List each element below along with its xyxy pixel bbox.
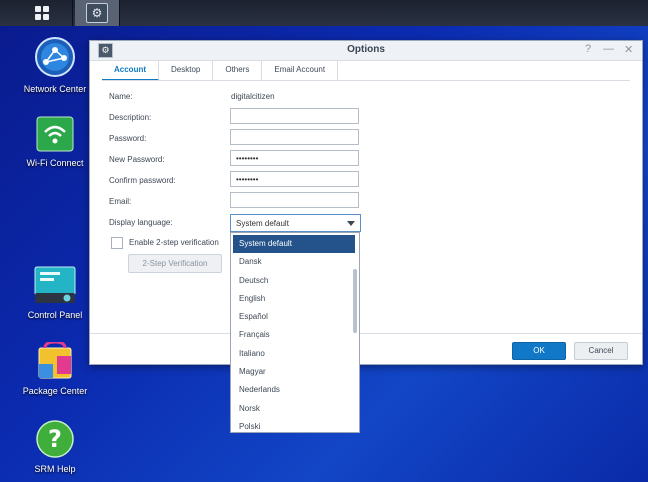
desktop-icon-control-panel[interactable]: Control Panel [10, 266, 100, 321]
desktop-icon-label: Network Center [23, 84, 87, 94]
language-option-norsk[interactable]: Norsk [231, 400, 359, 418]
close-button[interactable]: ✕ [624, 43, 633, 56]
email-label: Email: [109, 197, 132, 206]
help-icon: ? [36, 420, 74, 458]
language-option-espanol[interactable]: Español [231, 308, 359, 326]
language-option-italiano[interactable]: Italiano [231, 345, 359, 363]
window-titlebar[interactable]: ⚙ Options ? — ✕ [90, 41, 642, 61]
cancel-button[interactable]: Cancel [574, 342, 628, 360]
control-panel-icon [34, 266, 76, 303]
name-value: digitalcitizen [231, 92, 275, 101]
display-language-value: System default [236, 219, 289, 228]
wifi-icon [36, 116, 74, 152]
gear-icon: ⚙ [86, 3, 108, 23]
display-language-label: Display language: [109, 218, 173, 227]
description-label: Description: [109, 113, 152, 122]
main-menu-button[interactable] [20, 0, 64, 26]
desktop-icon-srm-help[interactable]: ? SRM Help [10, 420, 100, 475]
tab-email-account[interactable]: Email Account [262, 61, 339, 81]
description-input[interactable] [230, 108, 359, 124]
email-input[interactable] [230, 192, 359, 208]
language-option-francais[interactable]: Français [231, 326, 359, 344]
desktop-icon-label: Package Center [22, 386, 88, 396]
tab-bar: Account Desktop Others Email Account [102, 61, 339, 81]
language-option-polski[interactable]: Polski [231, 418, 359, 432]
svg-text:?: ? [48, 425, 62, 453]
tab-desktop[interactable]: Desktop [159, 61, 214, 81]
new-password-input[interactable]: •••••••• [230, 150, 359, 166]
two-step-verification-button[interactable]: 2-Step Verification [128, 254, 222, 273]
language-option-system-default[interactable]: System default [233, 235, 355, 254]
window-title: Options [347, 44, 385, 55]
ok-button[interactable]: OK [512, 342, 566, 360]
desktop-icon-label: Wi-Fi Connect [26, 158, 84, 168]
desktop-icon-package-center[interactable]: Package Center [10, 340, 100, 397]
tab-account[interactable]: Account [102, 61, 159, 81]
desktop-icon-wifi-connect[interactable]: Wi-Fi Connect [10, 116, 100, 169]
two-step-checkbox[interactable] [111, 237, 123, 249]
desktop-icon-label: Control Panel [27, 310, 83, 320]
language-option-nederlands[interactable]: Nederlands [231, 381, 359, 399]
password-label: Password: [109, 134, 147, 143]
display-language-select[interactable]: System default [230, 214, 361, 232]
dropdown-scrollbar[interactable] [353, 269, 357, 333]
package-center-icon [38, 340, 72, 379]
options-window: ⚙ Options ? — ✕ Account Desktop Others E… [89, 40, 643, 365]
confirm-password-label: Confirm password: [109, 176, 176, 185]
chevron-down-icon [347, 221, 355, 226]
new-password-label: New Password: [109, 155, 165, 164]
help-button[interactable]: ? [585, 43, 591, 55]
tab-others[interactable]: Others [213, 61, 263, 81]
two-step-label: Enable 2-step verification [129, 238, 219, 247]
desktop-icon-label: SRM Help [34, 464, 76, 474]
language-option-magyar[interactable]: Magyar [231, 363, 359, 381]
grid-icon [35, 6, 49, 20]
language-option-english[interactable]: English [231, 290, 359, 308]
taskbar-options-button[interactable]: ⚙ [75, 0, 119, 26]
minimize-button[interactable]: — [603, 43, 614, 55]
network-center-icon [35, 37, 75, 77]
taskbar: ⚙ [0, 0, 648, 26]
language-dropdown-list: System default Dansk Deutsch English Esp… [230, 232, 360, 433]
language-option-deutsch[interactable]: Deutsch [231, 272, 359, 290]
desktop-icon-network-center[interactable]: Network Center [10, 36, 100, 95]
password-input[interactable] [230, 129, 359, 145]
confirm-password-input[interactable]: •••••••• [230, 171, 359, 187]
name-label: Name: [109, 92, 133, 101]
language-option-dansk[interactable]: Dansk [231, 253, 359, 271]
